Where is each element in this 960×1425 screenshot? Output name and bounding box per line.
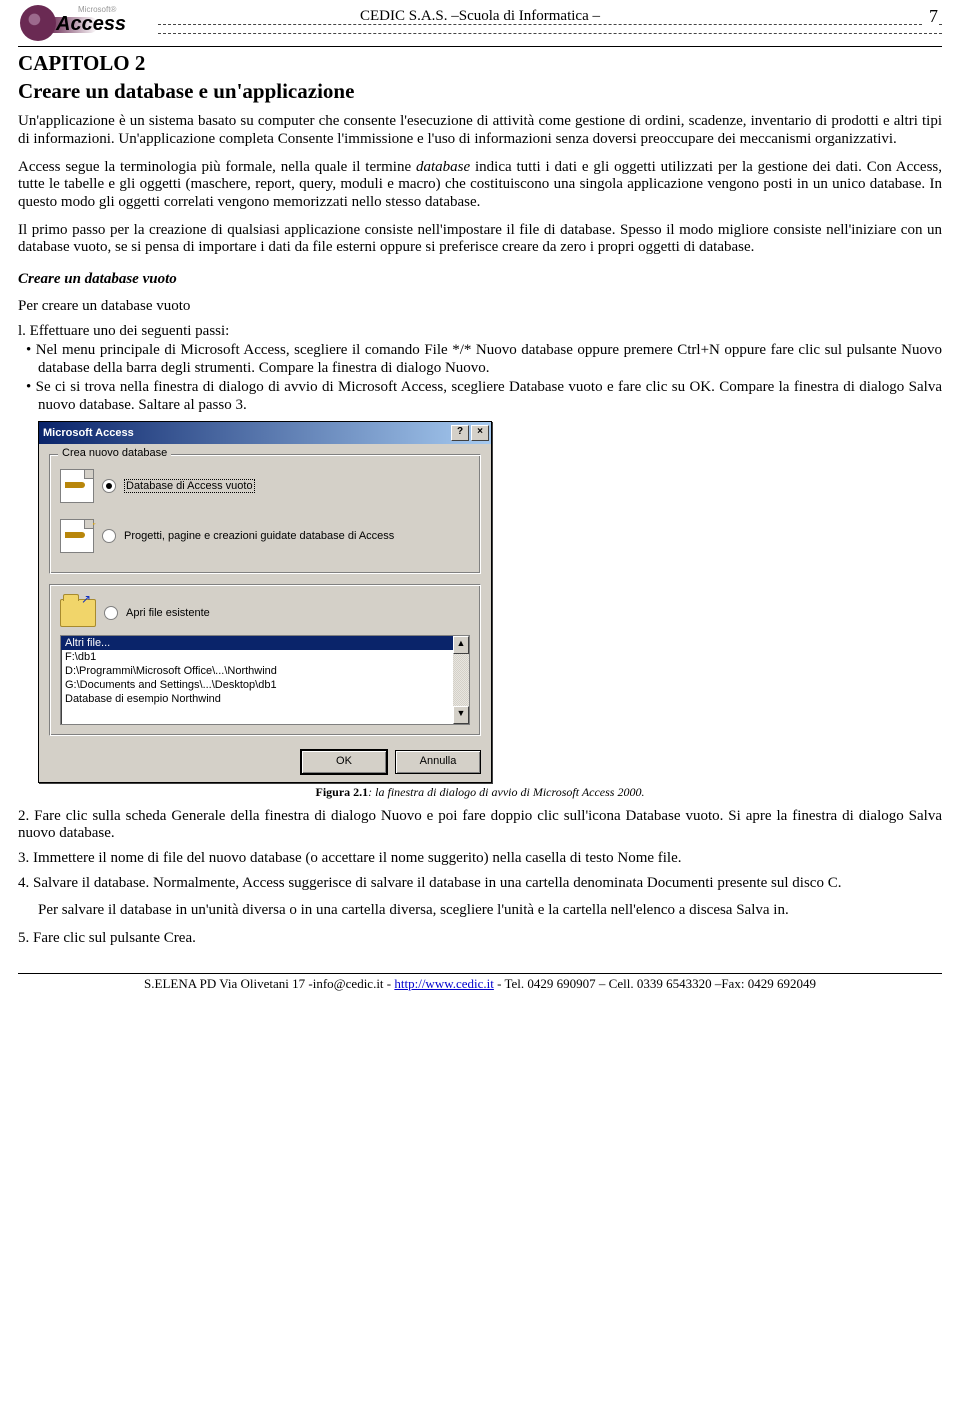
radio-open-existing-label: Apri file esistente <box>126 607 210 619</box>
dialog-titlebar[interactable]: Microsoft Access ? × <box>39 422 491 444</box>
chapter-title: Creare un database e un'applicazione <box>18 79 942 103</box>
option-open-existing-row[interactable]: ↗ Apri file esistente <box>60 595 470 629</box>
wizard-db-icon: ✦ <box>60 519 94 553</box>
listbox-scrollbar[interactable]: ▲ ▼ <box>453 636 469 724</box>
radio-blank-db-label: Database di Access vuoto <box>124 479 255 493</box>
ok-button[interactable]: OK <box>301 750 387 774</box>
step-2: 2. Fare clic sulla scheda Generale della… <box>18 808 942 842</box>
page-footer: S.ELENA PD Via Olivetani 17 -info@cedic.… <box>18 973 942 992</box>
radio-blank-db[interactable] <box>102 479 116 493</box>
recent-files-listbox[interactable]: Altri file... F:\db1 D:\Programmi\Micros… <box>60 635 470 725</box>
radio-wizard-label: Progetti, pagine e creazioni guidate dat… <box>124 530 394 542</box>
step-4: 4. Salvare il database. Normalmente, Acc… <box>18 875 942 892</box>
access-startup-dialog: Microsoft Access ? × Crea nuovo database… <box>38 421 492 783</box>
step-1-bullet-1: Nel menu principale di Microsoft Access,… <box>38 342 942 377</box>
group-create-new: Crea nuovo database Database di Access v… <box>49 454 481 574</box>
dialog-title: Microsoft Access <box>43 427 134 439</box>
scroll-down-icon[interactable]: ▼ <box>453 706 469 724</box>
paragraph-2: Access segue la terminologia più formale… <box>18 159 942 212</box>
header-center: CEDIC S.A.S. –Scuola di Informatica – <box>18 6 942 25</box>
group-open-existing: ↗ Apri file esistente Altri file... F:\d… <box>49 584 481 736</box>
footer-link[interactable]: http://www.cedic.it <box>394 976 494 991</box>
cancel-button[interactable]: Annulla <box>395 750 481 774</box>
help-button[interactable]: ? <box>451 425 469 441</box>
figure-caption: Figura 2.1: la finestra di dialogo di av… <box>18 785 942 800</box>
radio-wizard[interactable] <box>102 529 116 543</box>
list-item[interactable]: D:\Programmi\Microsoft Office\...\Northw… <box>61 664 453 678</box>
page-header: Microsoft® Access CEDIC S.A.S. –Scuola d… <box>18 6 942 47</box>
group-create-legend: Crea nuovo database <box>58 447 171 459</box>
step-5: 5. Fare clic sul pulsante Crea. <box>18 930 942 947</box>
open-folder-icon: ↗ <box>60 599 96 627</box>
paragraph-3: Il primo passo per la creazione di quals… <box>18 222 942 257</box>
option-blank-db-row[interactable]: Database di Access vuoto <box>60 465 470 513</box>
blank-db-icon <box>60 469 94 503</box>
list-intro: Per creare un database vuoto <box>18 298 942 315</box>
list-item[interactable]: Database di esempio Northwind <box>61 692 453 706</box>
option-wizard-row[interactable]: ✦ Progetti, pagine e creazioni guidate d… <box>60 513 470 563</box>
header-dashed-rule <box>158 24 942 34</box>
step-4-note: Per salvare il database in un'unità dive… <box>38 902 942 920</box>
scroll-up-icon[interactable]: ▲ <box>453 636 469 654</box>
page-number: 7 <box>923 6 938 27</box>
list-item[interactable]: G:\Documents and Settings\...\Desktop\db… <box>61 678 453 692</box>
close-button[interactable]: × <box>471 425 489 441</box>
chapter-number: CAPITOLO 2 <box>18 51 942 75</box>
step-1: l. Effettuare uno dei seguenti passi: <box>18 323 942 340</box>
list-item[interactable]: Altri file... <box>61 636 453 650</box>
paragraph-1: Un'applicazione è un sistema basato su c… <box>18 113 942 148</box>
section-subhead: Creare un database vuoto <box>18 271 942 288</box>
step-3: 3. Immettere il nome di file del nuovo d… <box>18 850 942 867</box>
radio-open-existing[interactable] <box>104 606 118 620</box>
step-1-bullet-2: Se ci si trova nella finestra di dialogo… <box>38 379 942 414</box>
list-item[interactable]: F:\db1 <box>61 650 453 664</box>
